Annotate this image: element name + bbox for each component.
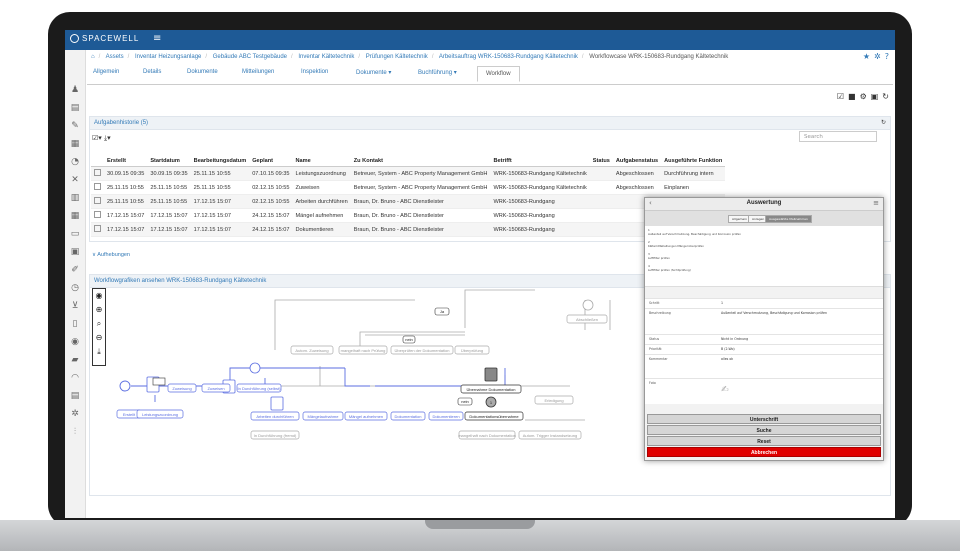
node-mangelhaft-pruefung[interactable]: mangelhaft nach Prüfung — [341, 348, 386, 353]
node-mangelhaft-dok[interactable]: mangelhaft nach Dokumentation — [458, 433, 516, 438]
node-abschliessen[interactable]: Abschließen — [576, 317, 598, 322]
node-trigger[interactable]: Autom. Trigger Instandsetzung — [523, 433, 577, 438]
detail-form: Schritt 1 Beschreibung Außenteil auf Versc… — [645, 298, 883, 404]
menu-icon[interactable]: ≡ — [873, 199, 879, 207]
measures-list: 1 Außenteil auf Verschmutzung, Beschädigu… — [645, 226, 883, 287]
list-item[interactable]: 2 Kältemittelleitungen Mängel überprüfen — [648, 240, 704, 248]
node-maengel-aufnehmen[interactable]: Mängel aufnehmen — [349, 414, 383, 419]
node-dok-uebernahme[interactable]: Dokumentationsübernahme — [469, 414, 519, 419]
list-item[interactable]: 3 Luftfilter prüfen — [648, 252, 670, 260]
dialog-tab-massnahmen[interactable]: Ausgewählte Maßnahmen — [765, 215, 812, 223]
signature-button[interactable]: Unterschrift — [647, 414, 881, 424]
field-foto: Foto ✍ — [645, 378, 883, 405]
node-dokumentation[interactable]: Dokumentation — [395, 414, 422, 419]
node-autom-zuweisung[interactable]: Autom. Zuweisung — [295, 348, 328, 353]
node-dokumentieren[interactable]: Dokumentieren — [432, 414, 459, 419]
label-nein-2: nein — [461, 399, 469, 404]
node-zuweisung[interactable]: Zuweisung — [172, 386, 191, 391]
list-item[interactable]: 4 Luftfilter prüfen (Sichtprüfung) — [648, 264, 691, 272]
node-erstellt[interactable]: Erstellt — [123, 412, 136, 417]
node-leistungszuordnung[interactable]: Leistungszuordnung — [142, 412, 178, 417]
node-arbeiten[interactable]: Arbeiten durchführen — [256, 414, 293, 419]
laptop-notch — [425, 520, 535, 529]
search-button[interactable]: Suche — [647, 425, 881, 435]
signature-sketch-icon[interactable]: ✍ — [721, 385, 729, 395]
auswertung-dialog: ‹ Auswertung ≡ Allgemein Anlagen Ausgewä… — [644, 197, 884, 461]
node-ueberpruefen[interactable]: Überprüfen der Dokumentation — [395, 348, 450, 353]
app-screen: SPACEWELL ≡ ♟ ▤ ✎ ▦ ◔ ✕ ▥ ▦ ▭ ▣ ✐ ◷ ⊻ ▯ … — [65, 30, 895, 518]
dialog-header: ‹ Auswertung ≡ — [645, 198, 883, 211]
node-uebernahme[interactable]: Übernahme Dokumentation — [467, 387, 516, 392]
dialog-title: Auswertung — [746, 200, 782, 206]
node-mangelaufnahme[interactable]: Mängelaufnahme — [308, 414, 340, 419]
field-beschreibung: Beschreibung Außenteil auf Verschmutzung,… — [645, 308, 883, 335]
start-event[interactable] — [119, 380, 131, 392]
node-zuweisen[interactable]: Zuweisen — [207, 386, 224, 391]
reset-button[interactable]: Reset — [647, 436, 881, 446]
node-durchf-fremd[interactable]: In Durchführung (fremd) — [254, 433, 297, 438]
node-ueberpruefung[interactable]: Überprüfung — [461, 348, 483, 353]
field-kommentar: Kommentar alles ok — [645, 354, 883, 379]
cancel-button[interactable]: Abbrechen — [647, 447, 881, 457]
dialog-tabs: Allgemein Anlagen Ausgewählte Maßnahmen — [645, 211, 883, 226]
node-erledigung[interactable]: Erledigung — [544, 398, 563, 403]
list-item[interactable]: 1 Außenteil auf Verschmutzung, Beschädigu… — [648, 228, 741, 236]
label-nein: nein — [405, 337, 413, 342]
node-durchf-selbst[interactable]: In Durchführung (selbst) — [238, 386, 282, 391]
